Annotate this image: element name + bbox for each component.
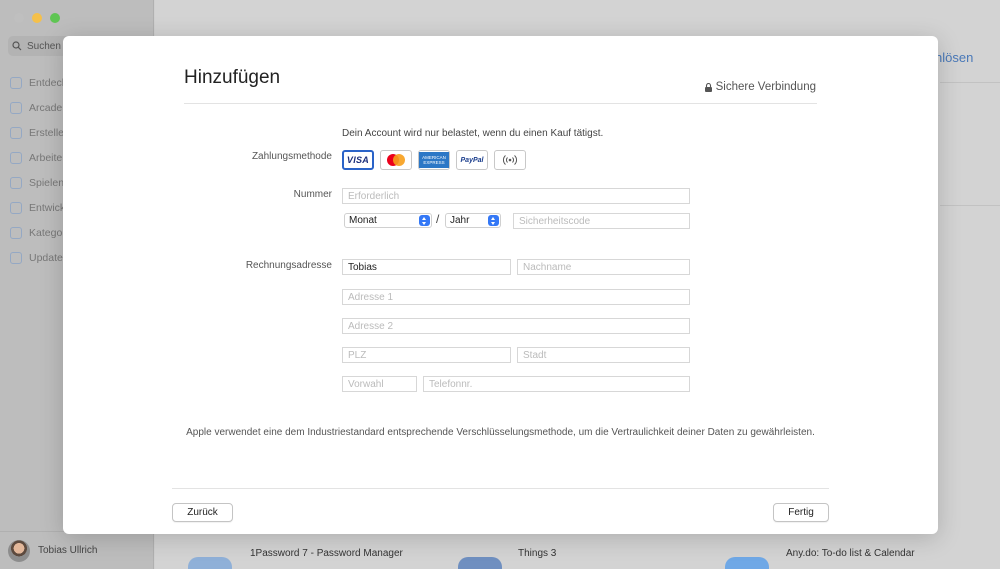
user-name: Tobias Ullrich — [38, 545, 98, 556]
avatar — [8, 539, 30, 562]
phone-input[interactable]: Telefonnr. — [423, 376, 690, 392]
app-list: 1Password 7 - Password Manager Things 3 … — [170, 548, 1000, 569]
security-code-input[interactable]: Sicherheitscode — [513, 213, 690, 229]
add-payment-dialog: Hinzufügen Sichere Verbindung Dein Accou… — [63, 36, 938, 534]
divider — [940, 205, 1000, 206]
secure-connection-text: Sichere Verbindung — [715, 81, 816, 93]
footer-divider — [172, 488, 829, 489]
payment-method-selector: VISA AMERICAN EXPRESS PayPal — [342, 150, 526, 170]
expiry-month-value: Monat — [349, 215, 377, 226]
divider — [940, 82, 1000, 83]
done-button[interactable]: Fertig — [773, 503, 829, 522]
minimize-button[interactable] — [32, 13, 42, 23]
chevron-updown-icon — [419, 215, 430, 226]
area-code-input[interactable]: Vorwahl — [342, 376, 417, 392]
rocket-icon — [10, 176, 22, 189]
card-number-input[interactable]: Erforderlich — [342, 188, 690, 204]
header-divider — [184, 103, 817, 104]
back-button[interactable]: Zurück — [172, 503, 233, 522]
secure-connection-label: Sichere Verbindung — [704, 81, 816, 93]
sidebar-account[interactable]: Tobias Ullrich — [0, 531, 154, 569]
grid-icon — [10, 226, 22, 239]
expiry-year-value: Jahr — [450, 215, 470, 226]
address-line1-input[interactable]: Adresse 1 — [342, 289, 690, 305]
things-app-icon[interactable] — [458, 557, 502, 569]
anydo-app-icon[interactable] — [725, 557, 769, 569]
none-option[interactable] — [494, 150, 526, 170]
lock-icon — [704, 82, 712, 92]
app-title[interactable]: Things 3 — [518, 548, 556, 559]
wireless-payment-icon — [503, 155, 517, 165]
number-label: Nummer — [293, 189, 332, 200]
paypal-logo: PayPal — [460, 156, 484, 164]
visa-card-option[interactable]: VISA — [342, 150, 374, 170]
chevron-updown-icon — [488, 215, 499, 226]
address-line2-input[interactable]: Adresse 2 — [342, 318, 690, 334]
app-title[interactable]: Any.do: To-do list & Calendar — [786, 548, 915, 559]
mastercard-logo-icon — [387, 154, 405, 166]
visa-logo: VISA — [346, 155, 370, 165]
expiry-year-select[interactable]: Jahr — [445, 213, 501, 228]
joystick-icon — [10, 101, 22, 114]
billing-address-label: Rechnungsadresse — [245, 260, 332, 271]
paypal-option[interactable]: PayPal — [456, 150, 488, 170]
download-icon — [10, 251, 22, 264]
window-controls — [14, 13, 60, 23]
last-name-input[interactable]: Nachname — [517, 259, 690, 275]
encryption-notice: Apple verwendet eine dem Industriestanda… — [186, 427, 815, 438]
expiry-month-select[interactable]: Monat — [344, 213, 432, 228]
payment-method-label: Zahlungsmethode — [251, 151, 332, 162]
hammer-icon — [10, 201, 22, 214]
sidebar-search-label: Suchen — [27, 40, 61, 52]
close-button[interactable] — [14, 13, 24, 23]
sidebar-item-label: Arcade — [29, 101, 63, 114]
search-icon — [12, 41, 22, 51]
sidebar-item-label: Spielen — [29, 176, 65, 189]
star-icon — [10, 76, 22, 89]
charge-notice: Dein Account wird nur belastet, wenn du … — [342, 128, 604, 139]
redeem-link[interactable]: nlösen — [935, 50, 973, 65]
amex-option[interactable]: AMERICAN EXPRESS — [418, 150, 450, 170]
app-title[interactable]: 1Password 7 - Password Manager — [250, 548, 403, 559]
brush-icon — [10, 126, 22, 139]
dialog-title: Hinzufügen — [184, 67, 281, 88]
first-name-input[interactable]: Tobias — [342, 259, 511, 275]
1password-app-icon[interactable] — [188, 557, 232, 569]
amex-logo: AMERICAN EXPRESS — [419, 152, 449, 168]
zip-input[interactable]: PLZ — [342, 347, 511, 363]
paperplane-icon — [10, 151, 22, 164]
date-separator: / — [436, 212, 440, 226]
zoom-button[interactable] — [50, 13, 60, 23]
mastercard-option[interactable] — [380, 150, 412, 170]
city-input[interactable]: Stadt — [517, 347, 690, 363]
